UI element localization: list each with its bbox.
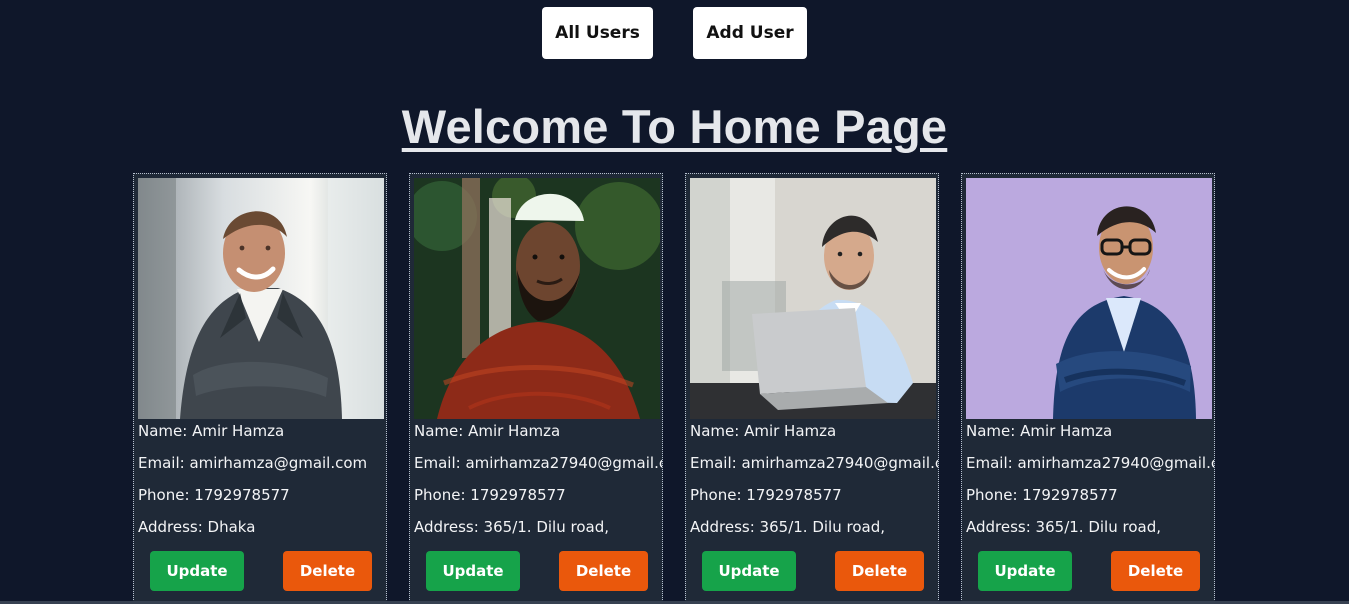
update-button[interactable]: Update (702, 551, 796, 591)
user-photo (138, 178, 384, 419)
user-name: Name: Amir Hamza (414, 422, 561, 440)
user-photo (414, 178, 660, 419)
man-with-laptop-photo (690, 178, 936, 419)
user-email: Email: amirhamza27940@gmail.com (966, 454, 1214, 472)
user-phone: Phone: 1792978577 (414, 486, 566, 504)
user-address: Address: 365/1. Dilu road, (414, 518, 609, 536)
user-email: Email: amirhamza@gmail.com (138, 454, 368, 472)
all-users-button[interactable]: All Users (542, 7, 653, 59)
user-address: Address: 365/1. Dilu road, (690, 518, 885, 536)
update-button[interactable]: Update (150, 551, 244, 591)
man-with-white-cap-photo (414, 178, 660, 419)
home-page: All Users Add User Welcome To Home Page (0, 0, 1349, 604)
user-address: Address: Dhaka (138, 518, 256, 536)
top-navigation: All Users Add User (0, 7, 1349, 59)
add-user-button[interactable]: Add User (693, 7, 807, 59)
user-phone: Phone: 1792978577 (966, 486, 1118, 504)
user-name: Name: Amir Hamza (690, 422, 837, 440)
man-in-gray-suit-photo (138, 178, 384, 419)
user-email: Email: amirhamza27940@gmail.com (414, 454, 662, 472)
delete-button[interactable]: Delete (1111, 551, 1200, 591)
man-in-blue-suit-photo (966, 178, 1212, 419)
delete-button[interactable]: Delete (835, 551, 924, 591)
user-phone: Phone: 1792978577 (138, 486, 290, 504)
page-title: Welcome To Home Page (401, 100, 948, 153)
delete-button[interactable]: Delete (559, 551, 648, 591)
user-name: Name: Amir Hamza (966, 422, 1113, 440)
user-email: Email: amirhamza27940@gmail.com (690, 454, 938, 472)
update-button[interactable]: Update (426, 551, 520, 591)
delete-button[interactable]: Delete (283, 551, 372, 591)
update-button[interactable]: Update (978, 551, 1072, 591)
user-card: Name: Amir Hamza Email: amirhamza27940@g… (961, 173, 1215, 604)
user-card-list: Name: Amir Hamza Email: amirhamza@gmail.… (133, 173, 1217, 604)
user-address: Address: 365/1. Dilu road, (966, 518, 1161, 536)
user-card: Name: Amir Hamza Email: amirhamza27940@g… (409, 173, 663, 604)
user-card: Name: Amir Hamza Email: amirhamza@gmail.… (133, 173, 387, 604)
user-phone: Phone: 1792978577 (690, 486, 842, 504)
user-photo (966, 178, 1212, 419)
user-name: Name: Amir Hamza (138, 422, 285, 440)
user-photo (690, 178, 936, 419)
user-card: Name: Amir Hamza Email: amirhamza27940@g… (685, 173, 939, 604)
